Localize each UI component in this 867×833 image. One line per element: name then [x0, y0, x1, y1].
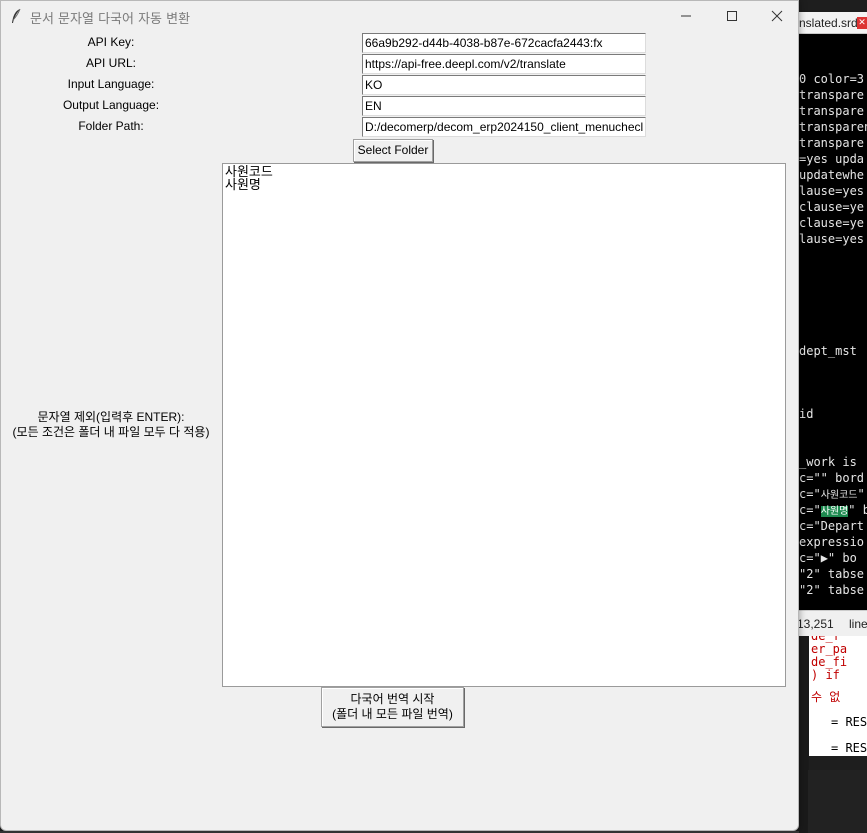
code-line: c="" bord: [799, 471, 865, 485]
code-line: transparen: [799, 120, 867, 134]
exclude-label-line: 문자열 제외(입력후 ENTER):: [37, 410, 185, 424]
code-line: clause=ye: [799, 200, 865, 214]
editor-status-bar: 13,251 line: [797, 610, 867, 636]
output-language-input[interactable]: EN: [362, 96, 646, 116]
code-line: id: [799, 407, 814, 421]
editor-tab[interactable]: nslated.srd: [797, 12, 858, 34]
code-text: c=": [799, 487, 821, 501]
title-bar[interactable]: 문서 문자열 다국어 자동 변환: [1, 1, 798, 31]
code-line: clause=ye: [799, 216, 865, 230]
output-line: = RES: [831, 741, 867, 755]
maximize-button[interactable]: [709, 1, 755, 31]
output-line: = RES: [831, 715, 867, 729]
output-language-label: Output Language:: [62, 98, 160, 112]
close-icon[interactable]: ✕: [857, 17, 867, 29]
exclude-string: 사원코드: [225, 165, 273, 180]
code-line: 0 color=3: [799, 72, 865, 86]
cursor-position: 13,251: [797, 617, 834, 631]
search-highlight: 사원명: [820, 506, 849, 517]
minimize-icon: [681, 15, 691, 17]
select-folder-button[interactable]: Select Folder: [353, 139, 433, 162]
window-title: 문서 문자열 다국어 자동 변환: [30, 12, 191, 27]
code-line: "2" tabse: [799, 567, 865, 581]
folder-path-label: Folder Path:: [78, 119, 144, 133]
editor-dark-panel: [808, 770, 867, 833]
code-line: transpare: [799, 104, 865, 118]
translator-window: 문서 문자열 다국어 자동 변환 API Key: 66a9b292-d44b-…: [0, 0, 799, 831]
code-text: " b: [848, 503, 867, 517]
input-language-input[interactable]: KO: [362, 75, 646, 95]
code-line: _work is: [799, 455, 857, 469]
code-line: c="▶" bo: [799, 550, 857, 566]
line-label: line: [849, 617, 867, 631]
code-line: dept_mst: [799, 344, 857, 358]
code-text: c=": [799, 551, 821, 565]
code-line: =yes upda: [799, 152, 865, 166]
feather-icon: [9, 8, 23, 24]
code-line: expressio: [799, 535, 865, 549]
code-text: " bo: [827, 551, 857, 565]
api-key-input[interactable]: 66a9b292-d44b-4038-b87e-672cacfa2443:fx: [362, 33, 646, 53]
api-url-input[interactable]: https://api-free.deepl.com/v2/translate: [362, 54, 646, 74]
editor-code-area[interactable]: 0 color=3 transpare transpare transparen…: [797, 34, 867, 610]
exclude-string: 사원명: [225, 178, 261, 193]
start-button-line: 다국어 번역 시작: [350, 692, 435, 706]
start-button-line: (폴더 내 모든 파일 번역): [332, 707, 453, 721]
minimize-button[interactable]: [663, 1, 709, 31]
api-key-label: API Key:: [87, 35, 135, 49]
maximize-icon: [727, 11, 737, 21]
code-text: ": [857, 487, 865, 501]
input-language-label: Input Language:: [67, 77, 155, 91]
close-button[interactable]: [754, 1, 800, 31]
code-text: c=": [799, 503, 821, 517]
code-line: "2" tabse: [799, 583, 865, 597]
output-line: 수 없: [811, 690, 841, 704]
api-url-label: API URL:: [85, 56, 136, 70]
code-line: updatewhe: [799, 168, 865, 182]
editor-tab-bar: nslated.srd ✕: [797, 12, 867, 34]
folder-path-input[interactable]: D:/decomerp/decom_erp2024150_client_menu…: [362, 117, 646, 137]
code-text: 사원코드: [820, 490, 858, 501]
exclude-label-line: (모든 조건은 폴더 내 파일 모두 다 적용): [12, 425, 210, 439]
code-line: lause=yes: [799, 184, 865, 198]
exclude-strings-label: 문자열 제외(입력후 ENTER): (모든 조건은 폴더 내 파일 모두 다 …: [1, 410, 221, 440]
exclude-strings-textarea[interactable]: 사원코드 사원명: [222, 163, 786, 687]
close-icon: [771, 10, 783, 22]
code-line: transpare: [799, 88, 865, 102]
code-line: transpare: [799, 136, 865, 150]
code-line: lause=yes: [799, 232, 865, 246]
output-line: ) if: [811, 668, 840, 682]
code-line: c="Depart: [799, 519, 865, 533]
start-translation-button[interactable]: 다국어 번역 시작 (폴더 내 모든 파일 번역): [321, 687, 464, 727]
play-arrow-icon: ▶: [820, 551, 828, 565]
